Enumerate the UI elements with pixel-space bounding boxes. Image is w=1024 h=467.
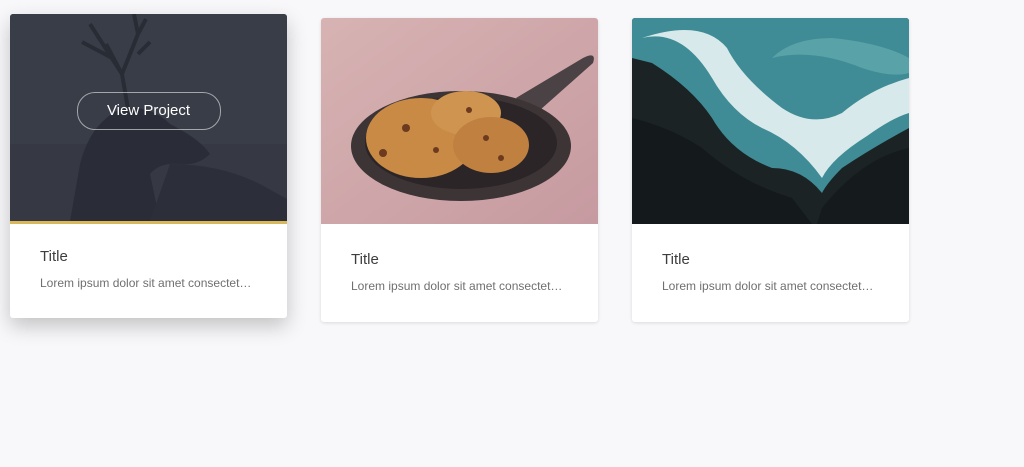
- card-body: Title Lorem ipsum dolor sit amet consect…: [321, 224, 598, 293]
- project-card[interactable]: Title Lorem ipsum dolor sit amet consect…: [321, 18, 598, 322]
- project-image[interactable]: View Project: [10, 14, 287, 221]
- card-title: Title: [662, 251, 690, 268]
- card-title: Title: [351, 251, 379, 268]
- project-image[interactable]: [632, 18, 909, 224]
- image-overlay: View Project: [10, 14, 287, 221]
- card-description: Lorem ipsum dolor sit amet consectetur a…: [40, 276, 257, 290]
- project-image[interactable]: [321, 18, 598, 224]
- card-body: Title Lorem ipsum dolor sit amet consect…: [10, 224, 287, 290]
- view-project-button[interactable]: View Project: [76, 91, 221, 130]
- card-description: Lorem ipsum dolor sit amet consectetur a…: [351, 279, 568, 293]
- project-grid: View Project Title Lorem ipsum dolor sit…: [0, 0, 1024, 467]
- cookies-image: [321, 18, 598, 224]
- project-card[interactable]: Title Lorem ipsum dolor sit amet consect…: [632, 18, 909, 322]
- project-card[interactable]: View Project Title Lorem ipsum dolor sit…: [10, 14, 287, 318]
- card-title: Title: [40, 248, 68, 265]
- card-description: Lorem ipsum dolor sit amet consectetur a…: [662, 279, 879, 293]
- card-body: Title Lorem ipsum dolor sit amet consect…: [632, 224, 909, 293]
- ocean-image: [632, 18, 909, 224]
